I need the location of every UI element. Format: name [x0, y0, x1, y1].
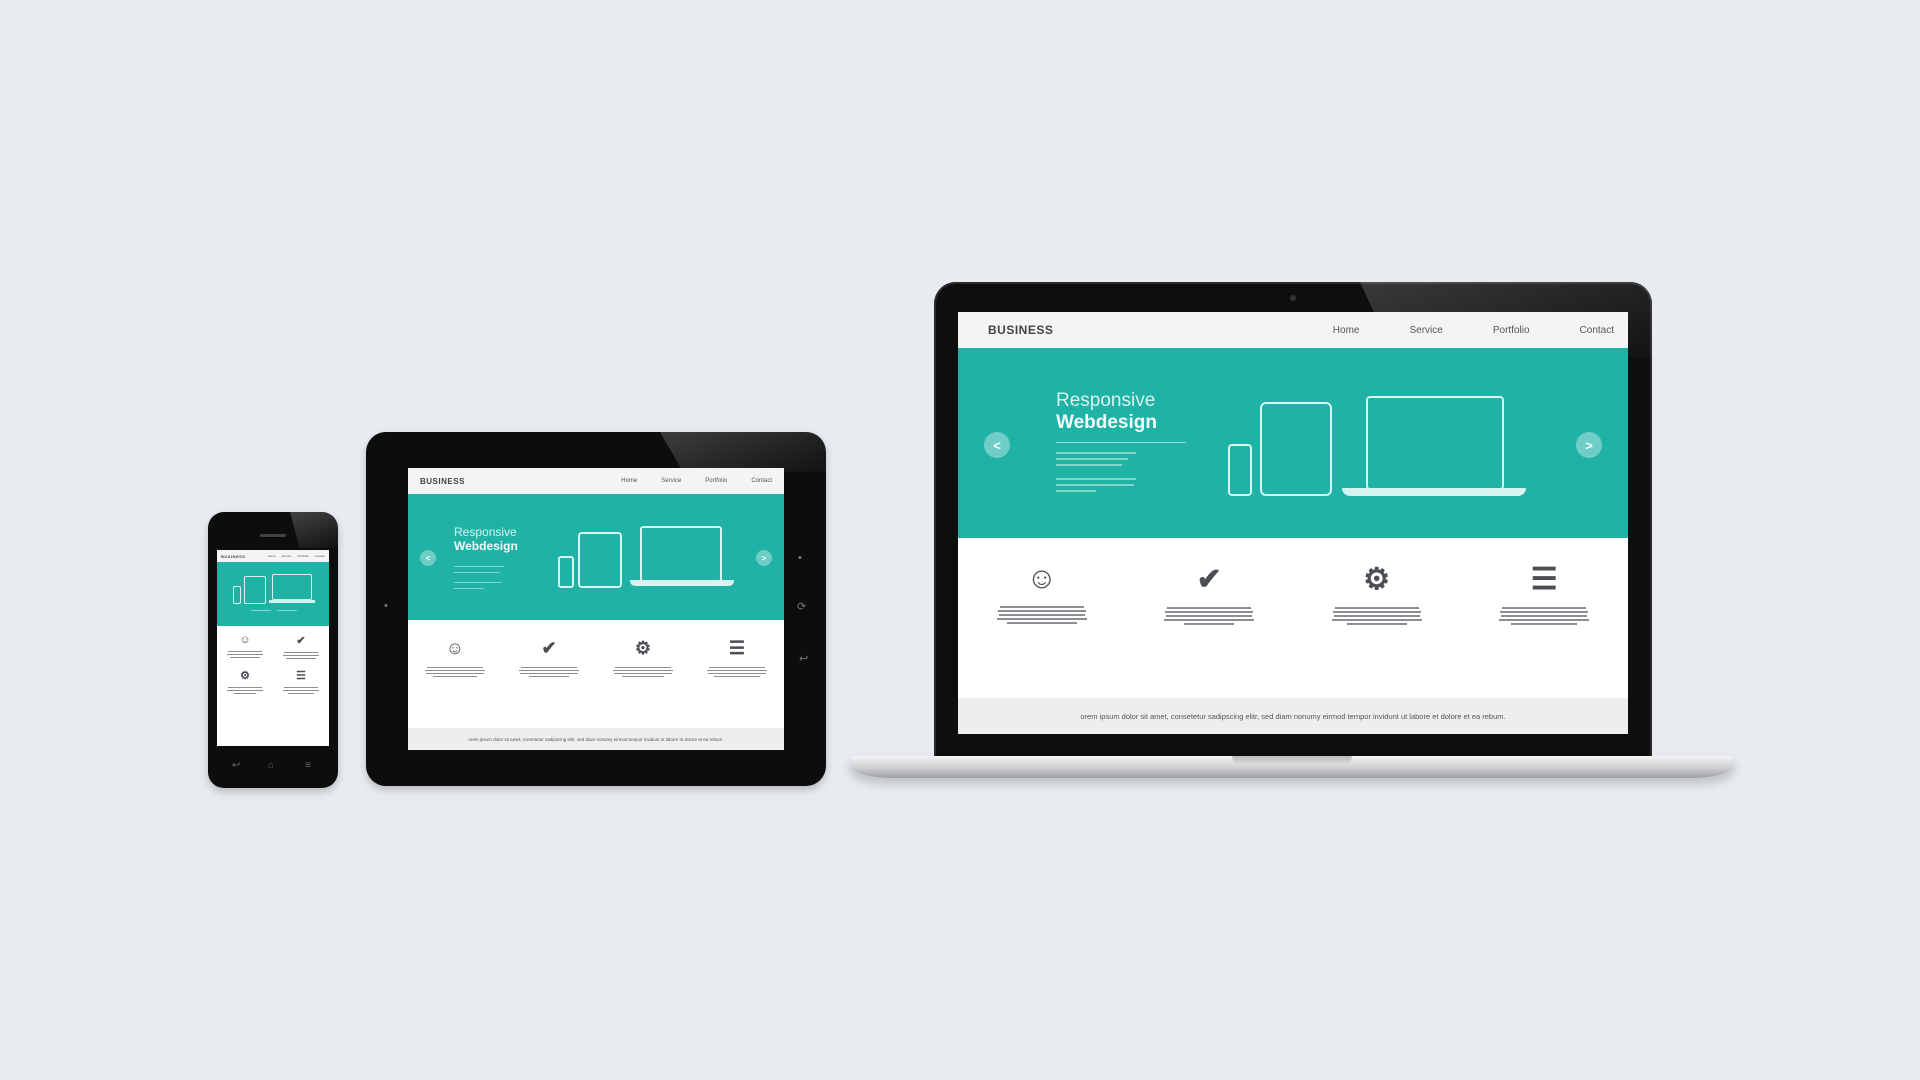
nav-service[interactable]: Service [1409, 325, 1442, 336]
laptop-illustration-icon [1366, 396, 1504, 490]
nav-portfolio[interactable]: Portfolio [705, 478, 727, 484]
brand-logo[interactable]: BUSINESS [988, 323, 1053, 337]
tablet-illustration-icon [1260, 402, 1332, 496]
hero-title: Responsive Webdesign [1056, 390, 1157, 434]
feature-2: ✔ [1164, 562, 1255, 627]
gear-icon: ⚙ [634, 638, 652, 658]
phone-menu-icon[interactable]: ≡ [305, 760, 311, 771]
laptop-notch [1232, 756, 1352, 764]
tablet-camera-icon: • [384, 600, 388, 612]
phone-illustration-icon [1228, 444, 1252, 496]
nav-home[interactable]: Home [621, 478, 637, 484]
tablet-illustration-icon [244, 576, 266, 604]
nav-service[interactable]: Service [661, 478, 681, 484]
phone-back-icon[interactable]: ↩ [232, 760, 240, 771]
feature-4: ☰ [1499, 562, 1590, 627]
hero-banner: < > Responsive Webdesign [408, 494, 784, 620]
user-icon: ☺ [239, 634, 251, 646]
user-icon: ☺ [445, 638, 465, 658]
gear-icon: ⚙ [1363, 563, 1391, 596]
hero-banner [217, 562, 329, 626]
phone-website: BUSINESS Home Service Portfolio Contact … [217, 550, 329, 746]
tablet-back-icon[interactable]: ↩ [799, 652, 808, 665]
feature-3: ⚙ [1331, 562, 1422, 627]
features-row: ☺ ✔ ⚙ ☰ [408, 638, 784, 679]
check-icon: ✔ [296, 635, 306, 647]
next-arrow-icon[interactable]: > [1576, 432, 1602, 458]
nav-home[interactable]: Home [268, 554, 276, 558]
nav-contact[interactable]: Contact [315, 554, 325, 558]
nav-home[interactable]: Home [1333, 325, 1360, 336]
tablet-gloss [660, 432, 826, 472]
tablet-website: BUSINESS Home Service Portfolio Contact … [408, 468, 784, 750]
nav-service[interactable]: Service [282, 554, 292, 558]
hero-title: Responsive Webdesign [454, 525, 518, 553]
phone-speaker [260, 534, 286, 537]
list-icon: ☰ [296, 670, 306, 682]
list-icon: ☰ [1530, 563, 1558, 596]
user-icon: ☺ [1026, 562, 1058, 595]
tablet-menu-icon[interactable]: ▪ [798, 552, 802, 564]
laptop-illustration-icon [640, 526, 722, 582]
tablet-home-icon[interactable]: ⟳ [797, 600, 806, 613]
tablet-screen: BUSINESS Home Service Portfolio Contact … [408, 468, 784, 750]
laptop-camera [1290, 295, 1296, 301]
laptop-screen: BUSINESS Home Service Portfolio Contact … [958, 312, 1628, 734]
next-arrow-icon[interactable]: > [756, 550, 772, 566]
feature-1: ☺ [996, 562, 1087, 627]
laptop-illustration-icon [272, 574, 312, 600]
features-row: ☺ ✔ ⚙ ☰ [958, 562, 1628, 627]
nav-portfolio[interactable]: Portfolio [298, 554, 309, 558]
laptop-website: BUSINESS Home Service Portfolio Contact … [958, 312, 1628, 734]
list-icon: ☰ [728, 638, 746, 658]
phone-screen: BUSINESS Home Service Portfolio Contact … [217, 550, 329, 746]
hero-title-line1: Responsive [1056, 390, 1156, 411]
nav-portfolio[interactable]: Portfolio [1493, 325, 1530, 336]
check-icon: ✔ [1196, 563, 1222, 596]
brand-logo[interactable]: BUSINESS [221, 554, 245, 559]
phone-illustration-icon [233, 586, 241, 604]
prev-arrow-icon[interactable]: < [420, 550, 436, 566]
tablet-navbar: BUSINESS Home Service Portfolio Contact [408, 468, 784, 494]
tablet-illustration-icon [578, 532, 622, 588]
nav-contact[interactable]: Contact [751, 478, 772, 484]
nav-contact[interactable]: Contact [1580, 325, 1614, 336]
brand-logo[interactable]: BUSINESS [420, 477, 465, 486]
features-grid: ☺ ✔ ⚙ ☰ [217, 634, 329, 696]
phone-navbar: BUSINESS Home Service Portfolio Contact [217, 550, 329, 562]
hero-title-line2: Webdesign [1056, 411, 1157, 433]
check-icon: ✔ [541, 638, 557, 658]
laptop-navbar: BUSINESS Home Service Portfolio Contact [958, 312, 1628, 348]
phone-illustration-icon [558, 556, 574, 588]
site-footer: orem ipsum dolor sit amet, consetetur sa… [408, 728, 784, 750]
prev-arrow-icon[interactable]: < [984, 432, 1010, 458]
hero-banner: < > Responsive Webdesign [958, 348, 1628, 538]
site-footer: orem ipsum dolor sit amet, consetetur sa… [958, 698, 1628, 734]
phone-home-icon[interactable]: ⌂ [268, 760, 274, 771]
gear-icon: ⚙ [240, 670, 250, 682]
